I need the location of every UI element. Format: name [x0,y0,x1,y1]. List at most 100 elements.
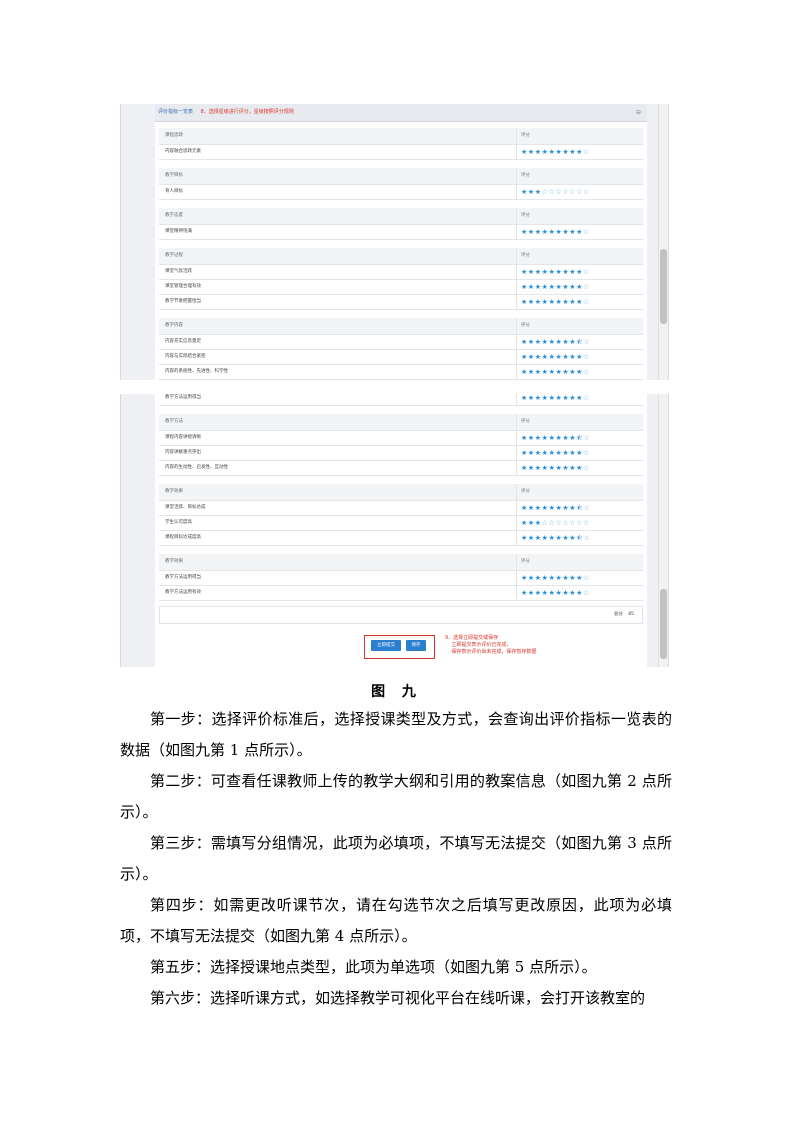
star-rating[interactable]: ★★★★★★★★★☆ [521,145,590,159]
star-icon[interactable]: ★ [528,519,535,527]
star-icon[interactable]: ★ [528,534,535,542]
star-rating[interactable]: ★★★★★★★★★☆ [521,461,590,475]
star-icon[interactable]: ★ [542,298,549,306]
scrollbar-lower[interactable] [658,394,668,667]
star-icon[interactable]: ★ [535,338,542,346]
star-rating[interactable]: ★★★★★★★★★☆ [521,295,590,309]
star-icon[interactable]: ★ [521,353,528,361]
star-icon[interactable]: ★ [528,394,535,402]
star-icon[interactable]: ★ [521,534,528,542]
star-icon[interactable]: ☆ [583,283,590,291]
star-icon[interactable]: ★ [528,353,535,361]
star-rating[interactable]: ★★★★★★★★★☆ [521,365,590,379]
star-icon[interactable]: ☆ [583,434,590,442]
star-icon[interactable]: ☆ [583,148,590,156]
star-icon[interactable]: ★ [528,368,535,376]
star-rating[interactable]: ★★★★★★★★★☆ [521,225,590,239]
star-icon[interactable]: ★ [542,353,549,361]
star-rating[interactable]: ★★★★★★★★⯪☆ [521,501,590,515]
star-rating[interactable]: ★★★★★★★★★☆ [521,265,590,279]
star-icon[interactable]: ★ [535,519,542,527]
star-icon[interactable]: ★ [521,298,528,306]
star-icon[interactable]: ★ [521,504,528,512]
star-icon[interactable]: ★ [528,228,535,236]
star-icon[interactable]: ☆ [583,268,590,276]
star-icon[interactable]: ☆ [576,188,583,196]
star-icon[interactable]: ★ [521,464,528,472]
star-icon[interactable]: ★ [542,368,549,376]
star-icon[interactable]: ★ [576,449,583,457]
star-icon[interactable]: ★ [576,464,583,472]
star-icon[interactable]: ★ [576,283,583,291]
star-icon[interactable]: ★ [535,574,542,582]
scrollbar-thumb[interactable] [660,249,667,324]
star-icon[interactable]: ★ [521,368,528,376]
star-icon[interactable]: ★ [576,148,583,156]
star-rating[interactable]: ★★★★★★★★★☆ [521,350,590,364]
star-icon[interactable]: ★ [542,589,549,597]
star-icon[interactable]: ★ [535,449,542,457]
star-icon[interactable]: ☆ [583,534,590,542]
star-icon[interactable]: ☆ [583,504,590,512]
star-rating[interactable]: ★★★★★★★★★☆ [521,280,590,294]
star-icon[interactable]: ☆ [583,449,590,457]
star-icon[interactable]: ★ [528,283,535,291]
star-icon[interactable]: ★ [528,464,535,472]
star-icon[interactable]: ☆ [583,353,590,361]
star-icon[interactable]: ☆ [542,188,549,196]
star-icon[interactable]: ★ [528,589,535,597]
star-icon[interactable]: ☆ [583,228,590,236]
star-icon[interactable]: ☆ [583,368,590,376]
star-icon[interactable]: ★ [521,148,528,156]
star-icon[interactable]: ★ [576,268,583,276]
star-icon[interactable]: ★ [542,338,549,346]
star-icon[interactable]: ★ [542,464,549,472]
star-icon[interactable]: ☆ [583,394,590,402]
star-icon[interactable]: ★ [528,148,535,156]
star-icon[interactable]: ★ [535,589,542,597]
star-icon[interactable]: ★ [535,268,542,276]
star-icon[interactable]: ★ [535,283,542,291]
star-icon[interactable]: ★ [528,574,535,582]
star-icon[interactable]: ☆ [583,589,590,597]
star-icon[interactable]: ★ [535,394,542,402]
star-icon[interactable]: ★ [576,394,583,402]
star-icon[interactable]: ★ [535,534,542,542]
star-rating[interactable]: ★★★★★★★★⯪☆ [521,335,590,349]
star-rating[interactable]: ★★★★★★★★★☆ [521,394,590,405]
star-icon[interactable]: ☆ [583,574,590,582]
submit-button[interactable]: 立即提交 [371,640,401,651]
star-icon[interactable]: ★ [542,449,549,457]
star-icon[interactable]: ★ [535,298,542,306]
star-icon[interactable]: ★ [535,368,542,376]
star-rating[interactable]: ★★★★★★★★★☆ [521,586,590,600]
star-icon[interactable]: ★ [542,534,549,542]
star-icon[interactable]: ★ [542,504,549,512]
star-icon[interactable]: ★ [528,338,535,346]
star-icon[interactable]: ☆ [583,464,590,472]
star-icon[interactable]: ☆ [583,338,590,346]
star-icon[interactable]: ★ [576,298,583,306]
star-icon[interactable]: ★ [535,504,542,512]
star-rating[interactable]: ★★★☆☆☆☆☆☆☆ [521,185,590,199]
star-icon[interactable]: ☆ [576,519,583,527]
save-button[interactable]: 保存 [406,640,426,651]
star-icon[interactable]: ☆ [583,519,590,527]
star-icon[interactable]: ★ [535,353,542,361]
star-icon[interactable]: ★ [521,283,528,291]
star-icon[interactable]: ★ [521,449,528,457]
star-icon[interactable]: ★ [528,268,535,276]
star-icon[interactable]: ☆ [542,519,549,527]
star-icon[interactable]: ★ [542,148,549,156]
star-icon[interactable]: ★ [521,589,528,597]
star-icon[interactable]: ★ [576,228,583,236]
star-icon[interactable]: ★ [535,434,542,442]
star-icon[interactable]: ★ [528,434,535,442]
star-icon[interactable]: ★ [576,574,583,582]
star-rating[interactable]: ★★★★★★★★⯪☆ [521,431,590,445]
star-icon[interactable]: ★ [542,394,549,402]
star-rating[interactable]: ★★★☆☆☆☆☆☆☆ [521,516,590,530]
star-icon[interactable]: ★ [542,268,549,276]
star-icon[interactable]: ☆ [583,298,590,306]
star-icon[interactable]: ★ [521,394,528,402]
